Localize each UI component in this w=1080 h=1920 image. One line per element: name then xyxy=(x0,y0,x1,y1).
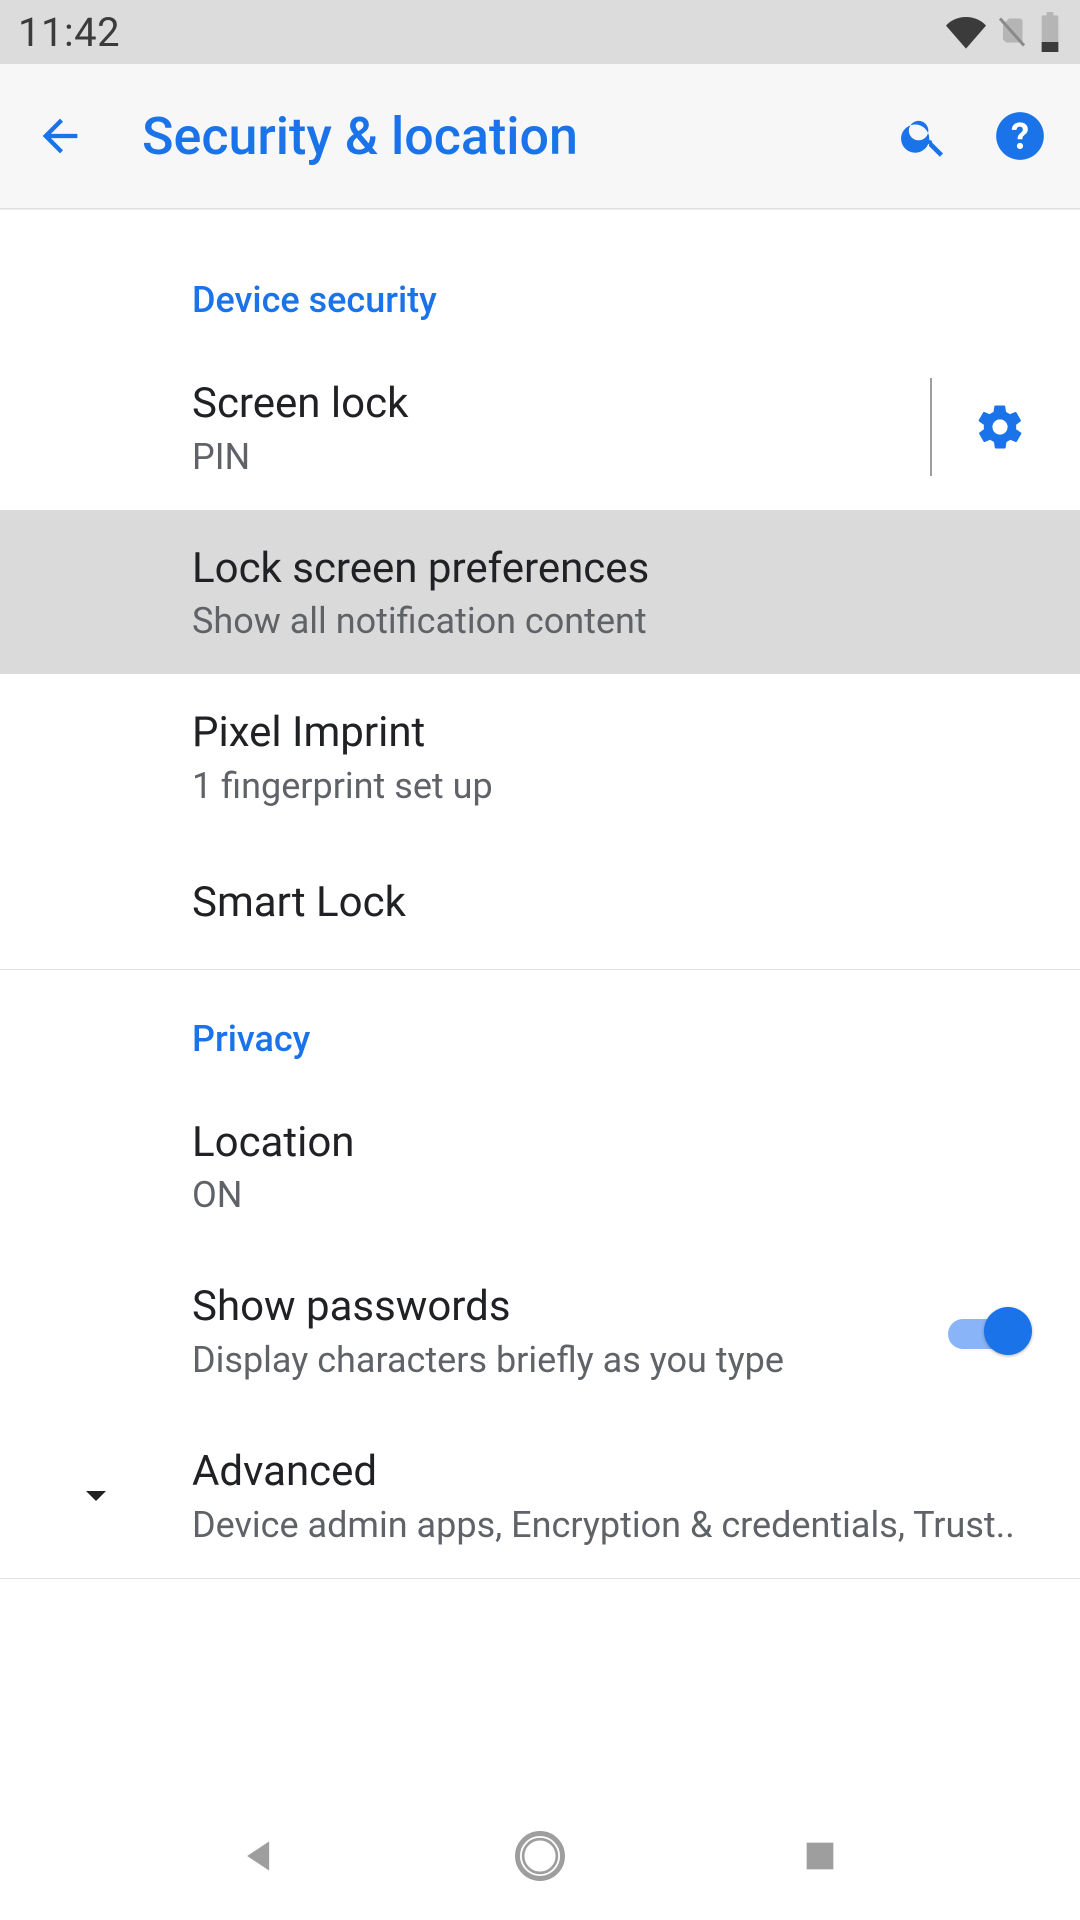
setting-screen-lock[interactable]: Screen lock PIN xyxy=(0,345,1080,510)
setting-title: Screen lock xyxy=(192,377,914,432)
page-title: Security & location xyxy=(142,106,860,167)
section-header-privacy: Privacy xyxy=(0,970,1080,1084)
back-button[interactable] xyxy=(28,104,92,168)
search-icon xyxy=(898,110,950,162)
content-gap xyxy=(0,209,1080,231)
section-header-device-security: Device security xyxy=(0,231,1080,345)
setting-title: Location xyxy=(192,1116,1032,1171)
chevron-down-icon xyxy=(72,1471,120,1519)
setting-smart-lock[interactable]: Smart Lock xyxy=(0,839,1080,969)
no-sim-icon xyxy=(994,12,1030,52)
status-icons xyxy=(946,12,1062,52)
settings-content: Device security Screen lock PIN Lock scr… xyxy=(0,231,1080,1579)
switch-thumb xyxy=(984,1307,1032,1355)
setting-title: Pixel Imprint xyxy=(192,706,1032,761)
setting-advanced[interactable]: Advanced Device admin apps, Encryption &… xyxy=(0,1413,1080,1578)
show-passwords-switch[interactable] xyxy=(948,1307,1032,1355)
setting-subtitle: Device admin apps, Encryption & credenti… xyxy=(192,1504,1032,1546)
circle-home-icon xyxy=(513,1829,567,1883)
gear-icon xyxy=(974,401,1026,453)
setting-subtitle: Show all notification content xyxy=(192,600,1032,642)
vertical-divider xyxy=(930,378,932,476)
bottom-divider xyxy=(0,1578,1080,1579)
triangle-back-icon xyxy=(238,1834,282,1878)
status-time: 11:42 xyxy=(18,9,120,56)
setting-lock-screen-preferences[interactable]: Lock screen preferences Show all notific… xyxy=(0,510,1080,675)
setting-show-passwords[interactable]: Show passwords Display characters briefl… xyxy=(0,1248,1080,1413)
nav-home-button[interactable] xyxy=(500,1816,580,1896)
setting-location[interactable]: Location ON xyxy=(0,1084,1080,1249)
setting-subtitle: PIN xyxy=(192,436,914,478)
status-bar: 11:42 xyxy=(0,0,1080,64)
setting-pixel-imprint[interactable]: Pixel Imprint 1 fingerprint set up xyxy=(0,674,1080,839)
setting-subtitle: ON xyxy=(192,1174,1032,1216)
app-bar: Security & location xyxy=(0,64,1080,209)
square-recent-icon xyxy=(800,1836,840,1876)
nav-back-button[interactable] xyxy=(220,1816,300,1896)
screen-lock-settings-button[interactable] xyxy=(968,401,1032,453)
nav-recent-button[interactable] xyxy=(780,1816,860,1896)
setting-subtitle: Display characters briefly as you type xyxy=(192,1339,948,1381)
help-button[interactable] xyxy=(988,104,1052,168)
setting-title: Smart Lock xyxy=(192,876,1032,931)
navigation-bar xyxy=(0,1792,1080,1920)
setting-title: Advanced xyxy=(192,1445,1032,1500)
battery-icon xyxy=(1038,12,1062,52)
search-button[interactable] xyxy=(892,104,956,168)
wifi-icon xyxy=(946,12,986,52)
setting-title: Lock screen preferences xyxy=(192,542,1032,597)
arrow-back-icon xyxy=(34,110,86,162)
setting-title: Show passwords xyxy=(192,1280,948,1335)
help-icon xyxy=(994,110,1046,162)
setting-subtitle: 1 fingerprint set up xyxy=(192,765,1032,807)
